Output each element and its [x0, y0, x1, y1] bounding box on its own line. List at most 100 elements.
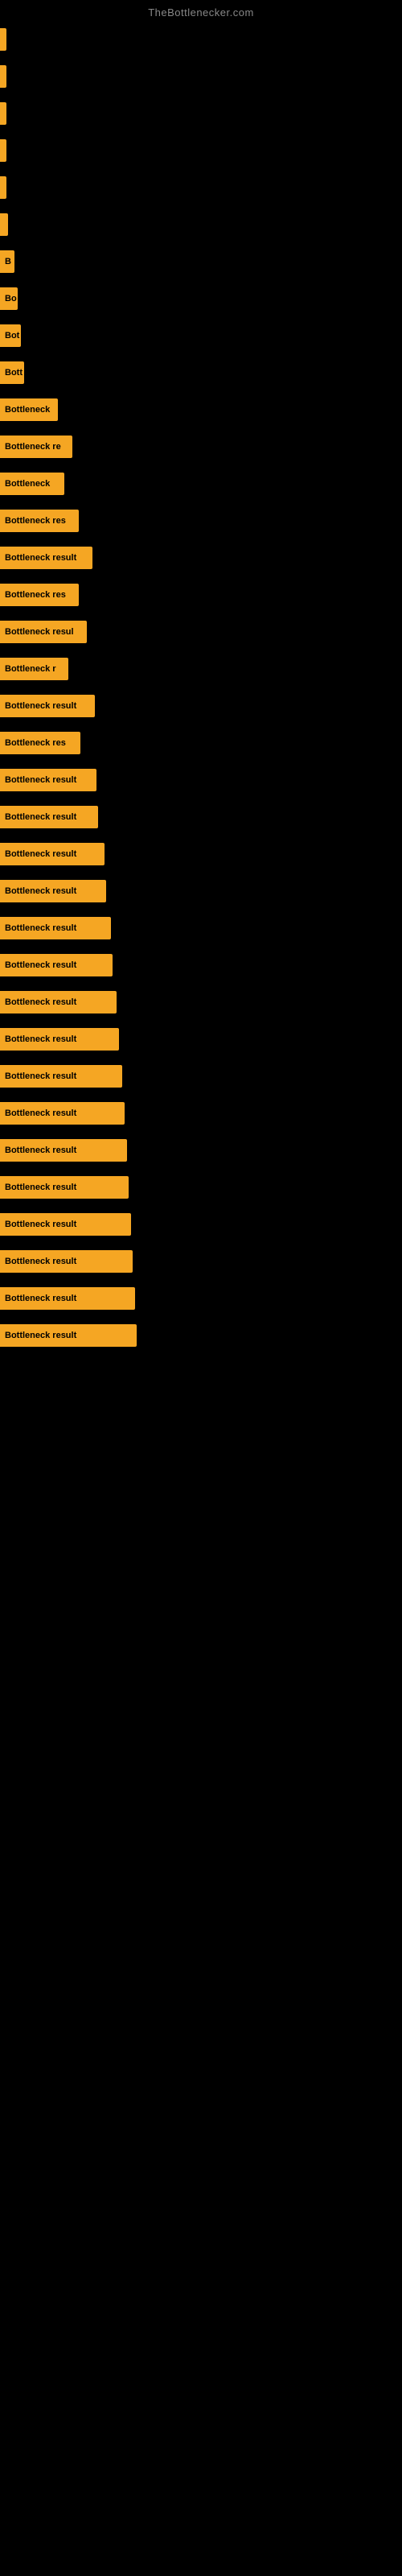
bar-label: Bottleneck	[5, 405, 50, 415]
bar-row: Bottleneck result	[0, 1133, 402, 1168]
bar-label: Bottleneck	[5, 479, 50, 489]
bar: Bottleneck result	[0, 880, 106, 902]
bar: Bottleneck result	[0, 547, 92, 569]
bar-row: Bottleneck result	[0, 1096, 402, 1131]
bar: Bottleneck res	[0, 732, 80, 754]
bar: Bottleneck result	[0, 1250, 133, 1273]
bar: Bottleneck resul	[0, 621, 87, 643]
bar-row	[0, 170, 402, 205]
bar	[0, 139, 6, 162]
bar: Bottleneck result	[0, 806, 98, 828]
bar-label: Bottleneck result	[5, 1071, 76, 1081]
bar-label: Bottleneck result	[5, 701, 76, 711]
bar-label: Bottleneck res	[5, 738, 66, 748]
bar: Bottleneck res	[0, 584, 79, 606]
bar-row: Bottleneck result	[0, 1207, 402, 1242]
bar-row	[0, 59, 402, 94]
bar-row: B	[0, 244, 402, 279]
bar-row: Bottleneck re	[0, 429, 402, 464]
bar-row: Bottleneck res	[0, 725, 402, 761]
bar-row: Bottleneck result	[0, 1170, 402, 1205]
bar: Bottleneck re	[0, 436, 72, 458]
bar: Bottleneck result	[0, 917, 111, 939]
bar-row: Bottleneck result	[0, 1059, 402, 1094]
bar-row: Bottleneck result	[0, 688, 402, 724]
bar-label: Bottleneck re	[5, 442, 61, 452]
bar: Bottleneck result	[0, 1287, 135, 1310]
bar-label: Bottleneck res	[5, 590, 66, 600]
bar-label: Bottleneck result	[5, 1331, 76, 1340]
bar-row	[0, 207, 402, 242]
bar: Bottleneck result	[0, 1139, 127, 1162]
bar: Bottleneck	[0, 473, 64, 495]
bar-label: Bottleneck result	[5, 775, 76, 785]
bar: Bottleneck result	[0, 991, 117, 1013]
bar-label: Bottleneck result	[5, 1183, 76, 1192]
bar-label: Bottleneck result	[5, 960, 76, 970]
bar: Bottleneck result	[0, 843, 105, 865]
bar: Bottleneck result	[0, 1065, 122, 1088]
bar: Bottleneck r	[0, 658, 68, 680]
bar-row: Bottleneck res	[0, 577, 402, 613]
bar-label: Bottleneck result	[5, 1034, 76, 1044]
bar	[0, 213, 8, 236]
bar-row: Bottleneck result	[0, 762, 402, 798]
bar-label: B	[5, 257, 11, 266]
site-title: TheBottlenecker.com	[0, 0, 402, 22]
bar-label: Bottleneck result	[5, 1146, 76, 1155]
bar: Bottleneck result	[0, 1028, 119, 1051]
bar-row: Bottleneck result	[0, 873, 402, 909]
bar-row: Bottleneck result	[0, 540, 402, 576]
bar-row	[0, 133, 402, 168]
bar-label: Bottleneck result	[5, 849, 76, 859]
bar-row: Bottleneck r	[0, 651, 402, 687]
bar-row: Bottleneck res	[0, 503, 402, 539]
bar-row: Bottleneck result	[0, 1022, 402, 1057]
bar-row: Bottleneck result	[0, 1318, 402, 1353]
bar: Bottleneck result	[0, 1213, 131, 1236]
bar	[0, 176, 6, 199]
bar-label: Bottleneck result	[5, 1294, 76, 1303]
bar-label: Bot	[5, 331, 19, 341]
bar-row: Bottleneck	[0, 466, 402, 502]
bar-row: Bottleneck result	[0, 985, 402, 1020]
bar-row: Bottleneck result	[0, 799, 402, 835]
bar: Bo	[0, 287, 18, 310]
bar-label: Bottleneck r	[5, 664, 56, 674]
bar-label: Bottleneck result	[5, 923, 76, 933]
bar: Bott	[0, 361, 24, 384]
bar	[0, 65, 6, 88]
bar-label: Bottleneck result	[5, 1257, 76, 1266]
bar-label: Bott	[5, 368, 23, 378]
bar: Bottleneck result	[0, 1324, 137, 1347]
bar: Bottleneck result	[0, 695, 95, 717]
bar-row: Bottleneck result	[0, 1281, 402, 1316]
bar: Bot	[0, 324, 21, 347]
bar-label: Bottleneck result	[5, 812, 76, 822]
bar-row: Bottleneck resul	[0, 614, 402, 650]
bar: B	[0, 250, 14, 273]
bar: Bottleneck res	[0, 510, 79, 532]
bar-label: Bottleneck res	[5, 516, 66, 526]
bar: Bottleneck	[0, 398, 58, 421]
bar: Bottleneck result	[0, 769, 96, 791]
bar-label: Bottleneck result	[5, 553, 76, 563]
bar: Bottleneck result	[0, 1102, 125, 1125]
bar-row: Bott	[0, 355, 402, 390]
bar-row: Bottleneck result	[0, 910, 402, 946]
bar-row: Bottleneck result	[0, 836, 402, 872]
bar-label: Bottleneck result	[5, 886, 76, 896]
bar-row: Bottleneck	[0, 392, 402, 427]
bar	[0, 28, 6, 51]
bar: Bottleneck result	[0, 1176, 129, 1199]
bar-row: Bottleneck result	[0, 1244, 402, 1279]
bar-label: Bottleneck result	[5, 1220, 76, 1229]
bar-row: Bo	[0, 281, 402, 316]
bar-label: Bo	[5, 294, 17, 303]
bar-row: Bottleneck result	[0, 947, 402, 983]
bar	[0, 102, 6, 125]
bar-row: Bot	[0, 318, 402, 353]
bar-label: Bottleneck result	[5, 1108, 76, 1118]
bar-label: Bottleneck result	[5, 997, 76, 1007]
bar-row	[0, 22, 402, 57]
